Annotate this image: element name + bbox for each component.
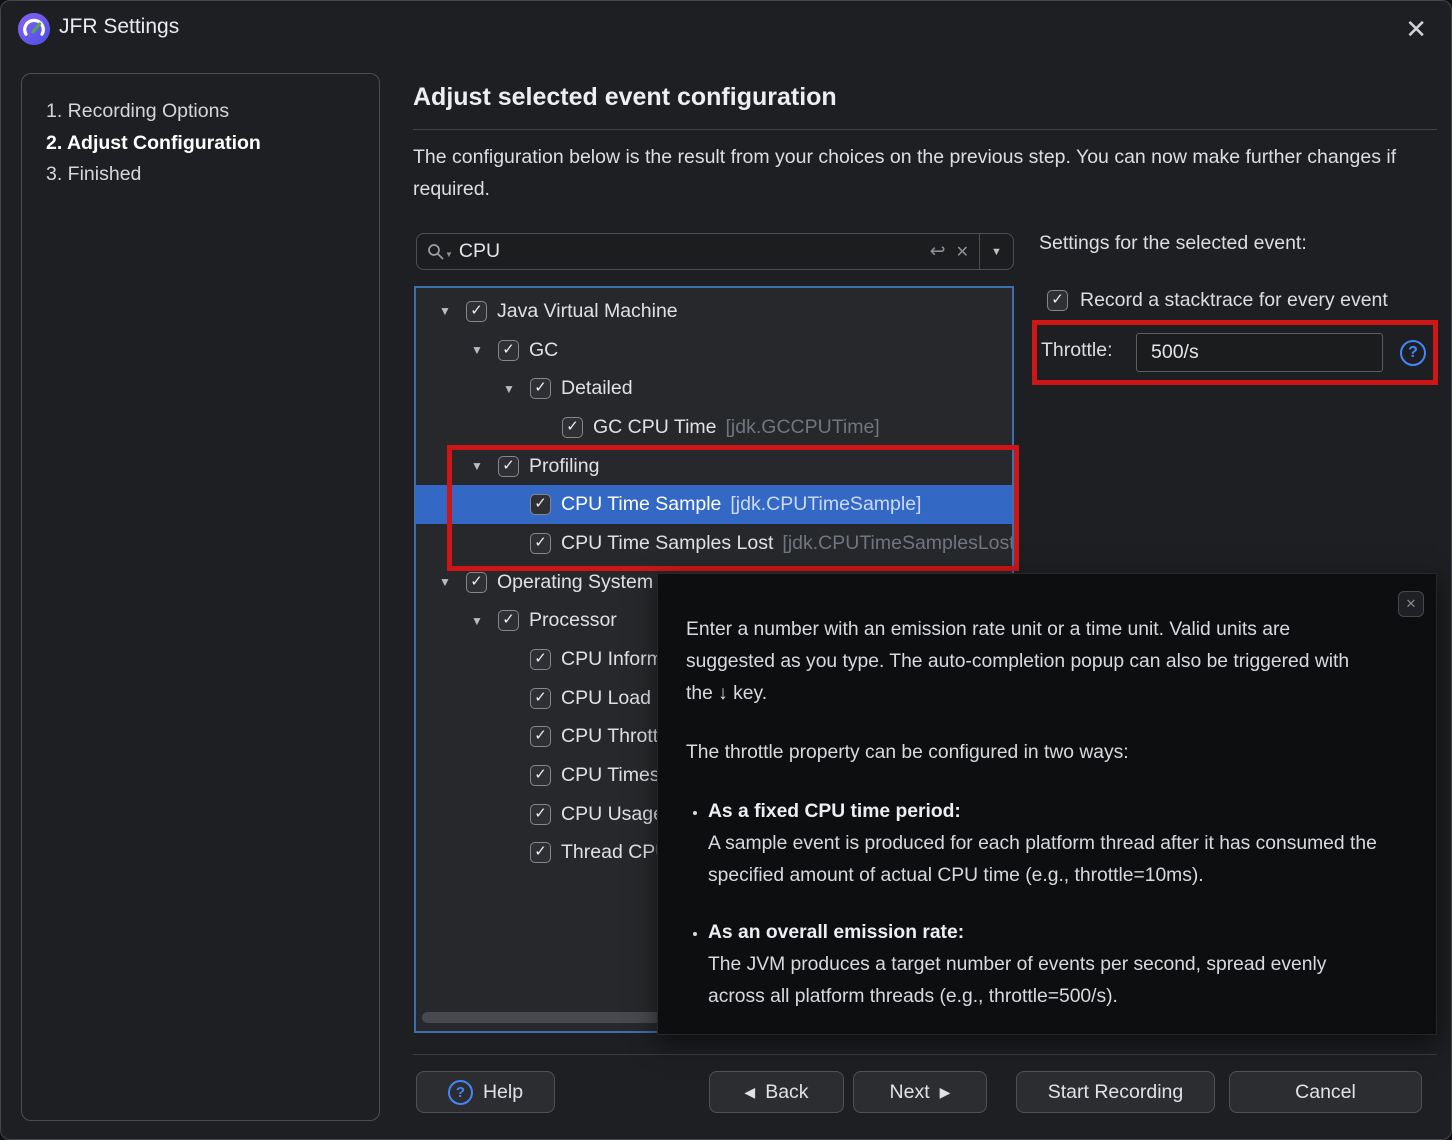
throttle-help-icon[interactable]: ? [1400, 340, 1426, 366]
checkbox[interactable]: ✓ [530, 842, 551, 863]
page-description: The configuration below is the result fr… [413, 141, 1429, 205]
chevron-down-icon[interactable]: ▼ [471, 614, 485, 628]
window-title: JFR Settings [59, 15, 179, 39]
chevron-down-icon[interactable]: ▼ [471, 343, 485, 357]
tree-row-label: CPU Time Sample [561, 493, 721, 516]
throttle-label: Throttle: [1041, 339, 1113, 362]
tree-row-label: CPU Time Samples Lost [561, 532, 773, 555]
checkbox[interactable]: ✓ [530, 726, 551, 747]
tree-row-gc[interactable]: ▼ ✓ GC [416, 331, 1012, 370]
tree-row-cpu-time-sample-selected[interactable]: ✓ CPU Time Sample [jdk.CPUTimeSample] [416, 485, 1012, 524]
checkbox[interactable]: ✓ [466, 572, 487, 593]
tree-row-gc-cpu-time[interactable]: ✓ GC CPU Time [jdk.GCCPUTime] [416, 408, 1012, 447]
chevron-down-icon[interactable]: ▼ [503, 382, 517, 396]
settings-heading: Settings for the selected event: [1039, 232, 1307, 255]
tooltip-bullet-list: As a fixed CPU time period: A sample eve… [686, 796, 1378, 1013]
tree-row-profiling[interactable]: ▼ ✓ Profiling [416, 447, 1012, 486]
checkbox[interactable]: ✓ [530, 649, 551, 670]
tree-row-label: CPU Load [561, 687, 651, 710]
tree-row-label: GC [529, 339, 558, 362]
throttle-input[interactable] [1136, 333, 1383, 372]
tooltip-close-icon[interactable]: ✕ [1398, 591, 1424, 617]
step-finished[interactable]: 3. Finished [46, 159, 355, 191]
checkbox[interactable]: ✓ [530, 765, 551, 786]
undo-icon[interactable]: ↩ [930, 240, 946, 263]
tree-row-cpu-time-samples-lost[interactable]: ✓ CPU Time Samples Lost [jdk.CPUTimeSamp… [416, 524, 1012, 563]
throttle-help-tooltip: ✕ Enter a number with an emission rate u… [657, 573, 1437, 1035]
checkbox[interactable]: ✓ [530, 494, 551, 515]
bullet-body: A sample event is produced for each plat… [708, 828, 1378, 892]
checkbox[interactable]: ✓ [498, 610, 519, 631]
tooltip-paragraph: Enter a number with an emission rate uni… [686, 614, 1378, 710]
tooltip-bullet: As a fixed CPU time period: A sample eve… [708, 796, 1378, 892]
bullet-body: The JVM produces a target number of even… [708, 949, 1378, 1013]
tree-row-label: Java Virtual Machine [497, 300, 678, 323]
title-bar: JFR Settings ✕ [1, 1, 1451, 57]
checkbox[interactable]: ✓ [530, 533, 551, 554]
back-button[interactable]: ◀ Back [709, 1071, 844, 1113]
jfr-settings-dialog: JFR Settings ✕ 1. Recording Options 2. A… [0, 0, 1452, 1140]
next-arrow-icon: ▶ [940, 1084, 951, 1101]
checkbox[interactable]: ✓ [530, 688, 551, 709]
close-icon[interactable]: ✕ [1405, 11, 1427, 47]
tree-row-label: Processor [529, 609, 617, 632]
checkbox[interactable]: ✓ [530, 378, 551, 399]
checkbox[interactable]: ✓ [498, 456, 519, 477]
bullet-title: As an overall emission rate: [708, 922, 964, 943]
stacktrace-option[interactable]: ✓ Record a stacktrace for every event [1047, 289, 1388, 312]
start-recording-button[interactable]: Start Recording [1016, 1071, 1215, 1113]
step-recording-options[interactable]: 1. Recording Options [46, 96, 355, 128]
tree-row-event-id: [jdk.GCCPUTime] [726, 416, 880, 439]
search-options-caret-icon[interactable]: ▼ [445, 250, 453, 259]
tooltip-bullet: As an overall emission rate: The JVM pro… [708, 917, 1378, 1013]
tree-row-label: Operating System [497, 571, 653, 594]
next-button[interactable]: Next ▶ [853, 1071, 987, 1113]
chevron-down-icon[interactable]: ▼ [471, 459, 485, 473]
tree-row-label: CPU Usage [561, 803, 664, 826]
wizard-steps-panel: 1. Recording Options 2. Adjust Configura… [21, 73, 380, 1121]
search-history-dropdown-icon[interactable]: ▼ [980, 246, 1013, 258]
back-button-label: Back [765, 1081, 808, 1104]
tree-row-detailed[interactable]: ▼ ✓ Detailed [416, 369, 1012, 408]
bullet-title: As a fixed CPU time period: [708, 801, 961, 822]
header-divider [413, 129, 1437, 130]
tooltip-paragraph: The throttle property can be configured … [686, 737, 1378, 769]
search-input[interactable] [459, 240, 930, 263]
back-arrow-icon: ◀ [744, 1084, 755, 1101]
cancel-button-label: Cancel [1295, 1081, 1356, 1104]
checkbox[interactable]: ✓ [1047, 290, 1068, 311]
checkbox[interactable]: ✓ [466, 301, 487, 322]
step-adjust-configuration[interactable]: 2. Adjust Configuration [46, 128, 355, 160]
chevron-down-icon[interactable]: ▼ [439, 575, 453, 589]
tree-row-label: GC CPU Time [593, 416, 717, 439]
tree-row-java-virtual-machine[interactable]: ▼ ✓ Java Virtual Machine [416, 292, 1012, 331]
page-title: Adjust selected event configuration [413, 83, 837, 112]
next-button-label: Next [890, 1081, 930, 1104]
help-button[interactable]: ? Help [416, 1071, 555, 1113]
help-icon: ? [448, 1080, 473, 1105]
jfr-app-icon [17, 12, 51, 46]
checkbox[interactable]: ✓ [530, 804, 551, 825]
checkbox[interactable]: ✓ [562, 417, 583, 438]
footer-divider [413, 1054, 1437, 1055]
search-icon [427, 243, 444, 260]
cancel-button[interactable]: Cancel [1229, 1071, 1422, 1113]
chevron-down-icon[interactable]: ▼ [439, 304, 453, 318]
start-recording-label: Start Recording [1048, 1081, 1183, 1104]
tree-row-event-id: [jdk.CPUTimeSamplesLost] [782, 532, 1014, 555]
clear-search-icon[interactable]: ✕ [956, 242, 969, 262]
event-search-field: ▼ ↩ ✕ ▼ [416, 233, 1014, 270]
checkbox[interactable]: ✓ [498, 340, 519, 361]
stacktrace-label: Record a stacktrace for every event [1080, 289, 1388, 312]
help-button-label: Help [483, 1081, 523, 1104]
tree-row-label: Detailed [561, 377, 633, 400]
tree-row-label: Profiling [529, 455, 599, 478]
tree-row-event-id: [jdk.CPUTimeSample] [730, 493, 921, 516]
